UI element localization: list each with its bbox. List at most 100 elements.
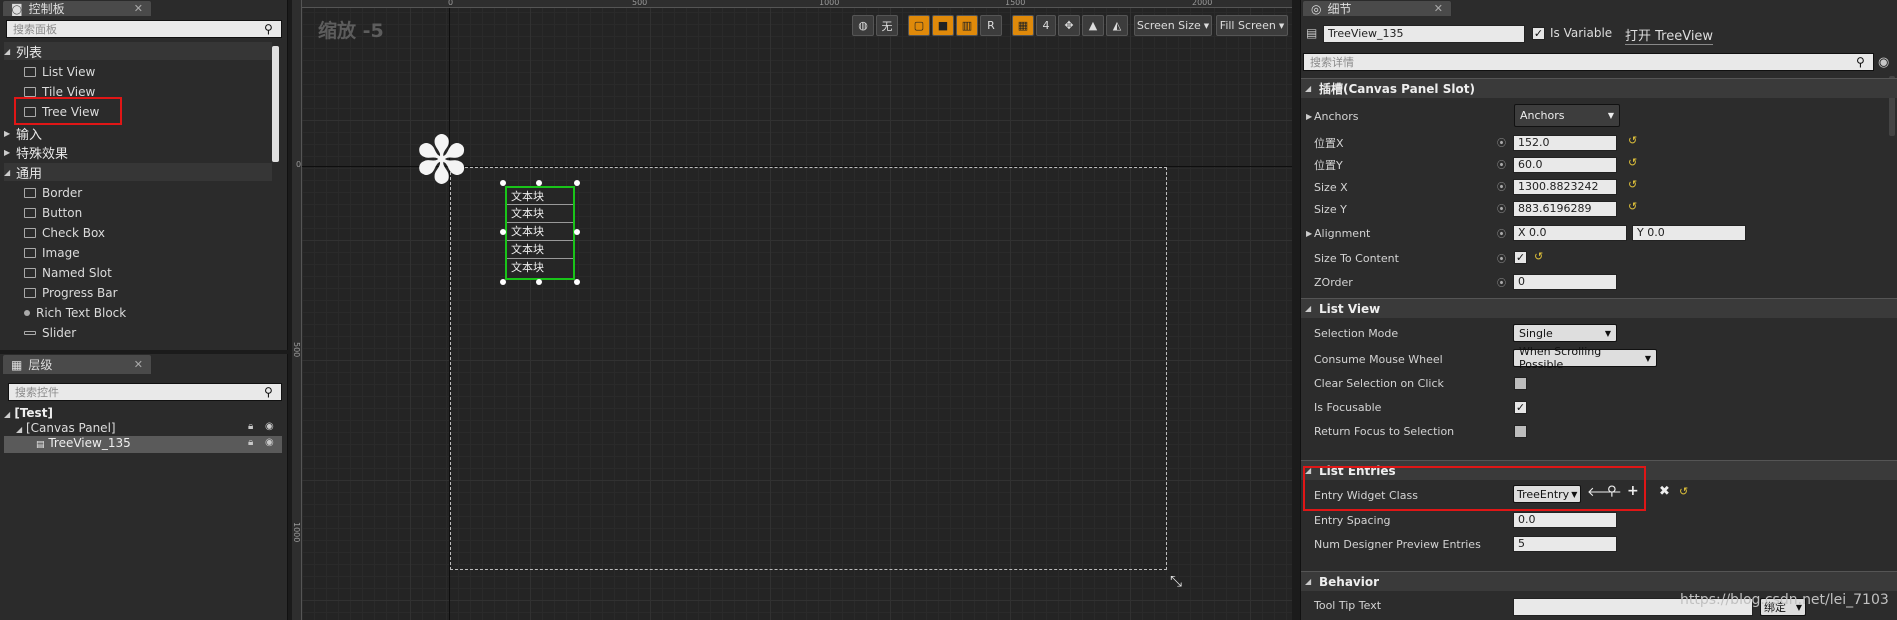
background-button[interactable]: ▲ bbox=[1082, 15, 1104, 36]
lock-icon: ■ bbox=[937, 19, 949, 32]
palette-item-list-view[interactable]: List View bbox=[24, 62, 95, 81]
selection-mode-dropdown[interactable]: Single ▼ bbox=[1513, 324, 1617, 342]
anchors-dropdown[interactable]: Anchors ▼ bbox=[1514, 104, 1620, 127]
category-common[interactable]: ◢ 通用 bbox=[4, 163, 272, 182]
category-list[interactable]: ◢ 列表 bbox=[4, 42, 272, 61]
reset-icon[interactable]: ↺ bbox=[1534, 250, 1543, 263]
size-x-input[interactable]: 1300.8823242 bbox=[1513, 179, 1617, 195]
resize-handle-icon[interactable]: ⤡ bbox=[1170, 572, 1182, 590]
reset-icon[interactable]: ↺ bbox=[1628, 156, 1637, 169]
layout-toggle-button[interactable]: ▥ bbox=[956, 15, 978, 36]
close-icon[interactable]: ✕ bbox=[134, 358, 143, 371]
localize-none-button[interactable]: 无 bbox=[876, 15, 898, 36]
hierarchy-search-input[interactable]: 搜索控件 ⚲ bbox=[8, 383, 282, 401]
is-focusable-checkbox[interactable]: ✓ bbox=[1514, 401, 1527, 414]
transform-button[interactable]: ✥ bbox=[1058, 15, 1080, 36]
ruler-mark: 500 bbox=[632, 0, 648, 7]
flip-button[interactable]: ◭ bbox=[1106, 15, 1128, 36]
bind-icon[interactable]: ⦿ bbox=[1497, 180, 1506, 193]
pos-x-input[interactable]: 152.0 bbox=[1513, 135, 1617, 151]
selection-handle[interactable] bbox=[536, 180, 542, 186]
bind-icon[interactable]: ⦿ bbox=[1497, 276, 1506, 289]
selection-handle[interactable] bbox=[500, 279, 506, 285]
consume-wheel-dropdown[interactable]: When Scrolling Possible ▼ bbox=[1513, 345, 1657, 371]
tab-palette[interactable]: ◙ 控制板 ✕ bbox=[2, 0, 152, 16]
palette-scrollbar[interactable] bbox=[272, 46, 279, 162]
align-y-input[interactable]: Y 0.0 bbox=[1632, 225, 1746, 241]
reset-icon[interactable]: ↺ bbox=[1628, 200, 1637, 213]
category-input[interactable]: ▶ 输入 bbox=[4, 124, 272, 143]
grid-size-button[interactable]: 4 bbox=[1036, 15, 1056, 36]
grid-snap-button[interactable]: ▦ bbox=[1012, 15, 1034, 36]
screen-size-dropdown[interactable]: Screen Size ▼ bbox=[1134, 15, 1212, 36]
widget-name-input[interactable]: TreeView_135 bbox=[1323, 25, 1525, 43]
section-list-view[interactable]: ◢ List View bbox=[1301, 298, 1897, 318]
is-variable-checkbox[interactable]: ✓ bbox=[1532, 27, 1545, 40]
clear-selection-checkbox[interactable] bbox=[1514, 377, 1527, 390]
globe-button[interactable]: ◍ bbox=[852, 15, 874, 36]
lock-icon[interactable]: 🔒︎ bbox=[248, 421, 253, 432]
category-effects[interactable]: ▶ 特殊效果 bbox=[4, 143, 272, 162]
palette-item-image[interactable]: Image bbox=[24, 243, 80, 262]
selection-handle[interactable] bbox=[536, 279, 542, 285]
eye-icon[interactable]: ◉ bbox=[265, 437, 274, 448]
zorder-input[interactable]: 0 bbox=[1513, 274, 1617, 290]
num-preview-input[interactable]: 5 bbox=[1513, 536, 1617, 552]
anchor-icon[interactable]: ✽ bbox=[414, 128, 469, 194]
palette-item-progress-bar[interactable]: Progress Bar bbox=[24, 283, 118, 302]
bind-icon[interactable]: ⦿ bbox=[1497, 202, 1506, 215]
palette-item-rich-text[interactable]: Rich Text Block bbox=[24, 303, 126, 322]
respect-locks-button[interactable]: R bbox=[980, 15, 1002, 36]
palette-item-slider[interactable]: Slider bbox=[24, 323, 76, 342]
details-search-input[interactable]: 搜索详情 ⚲ bbox=[1303, 53, 1874, 71]
palette-search-input[interactable]: 搜索面板 ⚲ bbox=[6, 20, 282, 38]
reset-icon[interactable]: ↺ bbox=[1628, 134, 1637, 147]
section-slot[interactable]: ◢ 插槽(Canvas Panel Slot) bbox=[1301, 78, 1897, 98]
eye-icon[interactable]: ◉ bbox=[265, 421, 274, 432]
selection-handle[interactable] bbox=[574, 180, 580, 186]
outline-toggle-button[interactable]: ▢ bbox=[908, 15, 930, 36]
fill-screen-dropdown[interactable]: Fill Screen ▼ bbox=[1216, 15, 1288, 36]
reset-icon[interactable]: ↺ bbox=[1628, 178, 1637, 191]
pos-y-input[interactable]: 60.0 bbox=[1513, 157, 1617, 173]
collapse-icon: ◢ bbox=[1305, 304, 1312, 313]
selection-handle[interactable] bbox=[500, 229, 506, 235]
list-item: 文本块 bbox=[507, 188, 573, 205]
hierarchy-icon: ▦ bbox=[11, 357, 23, 372]
selection-handle[interactable] bbox=[500, 180, 506, 186]
entry-spacing-input[interactable]: 0.0 bbox=[1513, 512, 1617, 528]
progress-icon bbox=[24, 287, 36, 298]
close-icon[interactable]: ✕ bbox=[1434, 2, 1443, 15]
palette-item-button[interactable]: Button bbox=[24, 203, 82, 222]
close-icon[interactable]: ✕ bbox=[134, 2, 143, 15]
bind-icon[interactable]: ⦿ bbox=[1497, 252, 1506, 265]
tree-node-treeview[interactable]: ▤ TreeView_135 bbox=[4, 436, 282, 453]
bind-icon[interactable]: ⦿ bbox=[1497, 227, 1506, 240]
bind-icon[interactable]: ⦿ bbox=[1497, 136, 1506, 149]
palette-item-check-box[interactable]: Check Box bbox=[24, 223, 105, 242]
selection-handle[interactable] bbox=[574, 279, 580, 285]
tree-node-canvas[interactable]: ◢ [Canvas Panel] bbox=[16, 421, 116, 435]
selection-handle[interactable] bbox=[574, 229, 580, 235]
eye-icon[interactable]: ◉ bbox=[1878, 55, 1889, 70]
bind-icon[interactable]: ⦿ bbox=[1497, 158, 1506, 171]
section-behavior[interactable]: ◢ Behavior bbox=[1301, 571, 1897, 591]
lock-icon[interactable]: 🔒︎ bbox=[248, 437, 253, 448]
designer-viewport[interactable]: 0 500 1000 1500 2000 0 500 1000 缩放 -5 ⤡ … bbox=[292, 0, 1292, 620]
image-icon: ▲ bbox=[1088, 19, 1098, 32]
lock-toggle-button[interactable]: ■ bbox=[932, 15, 954, 36]
reset-icon[interactable]: ↺ bbox=[1679, 485, 1688, 498]
size-y-input[interactable]: 883.6196289 bbox=[1513, 201, 1617, 217]
clear-icon[interactable]: ✖ bbox=[1659, 484, 1670, 499]
collapse-icon: ◢ bbox=[4, 167, 11, 177]
open-treeview-link[interactable]: 打开 TreeView bbox=[1625, 25, 1714, 45]
tab-details[interactable]: ◎ 细节 ✕ bbox=[1302, 0, 1452, 16]
palette-item-border[interactable]: Border bbox=[24, 183, 82, 202]
align-x-input[interactable]: X 0.0 bbox=[1513, 225, 1627, 241]
tree-node-root[interactable]: ◢ [Test] bbox=[4, 406, 53, 420]
size-to-content-checkbox[interactable]: ✓ bbox=[1514, 251, 1527, 264]
tab-hierarchy[interactable]: ▦ 层级 ✕ bbox=[2, 354, 152, 374]
palette-item-named-slot[interactable]: Named Slot bbox=[24, 263, 112, 282]
return-focus-checkbox[interactable] bbox=[1514, 425, 1527, 438]
treeview-widget[interactable]: 文本块 文本块 文本块 文本块 文本块 bbox=[505, 186, 575, 280]
